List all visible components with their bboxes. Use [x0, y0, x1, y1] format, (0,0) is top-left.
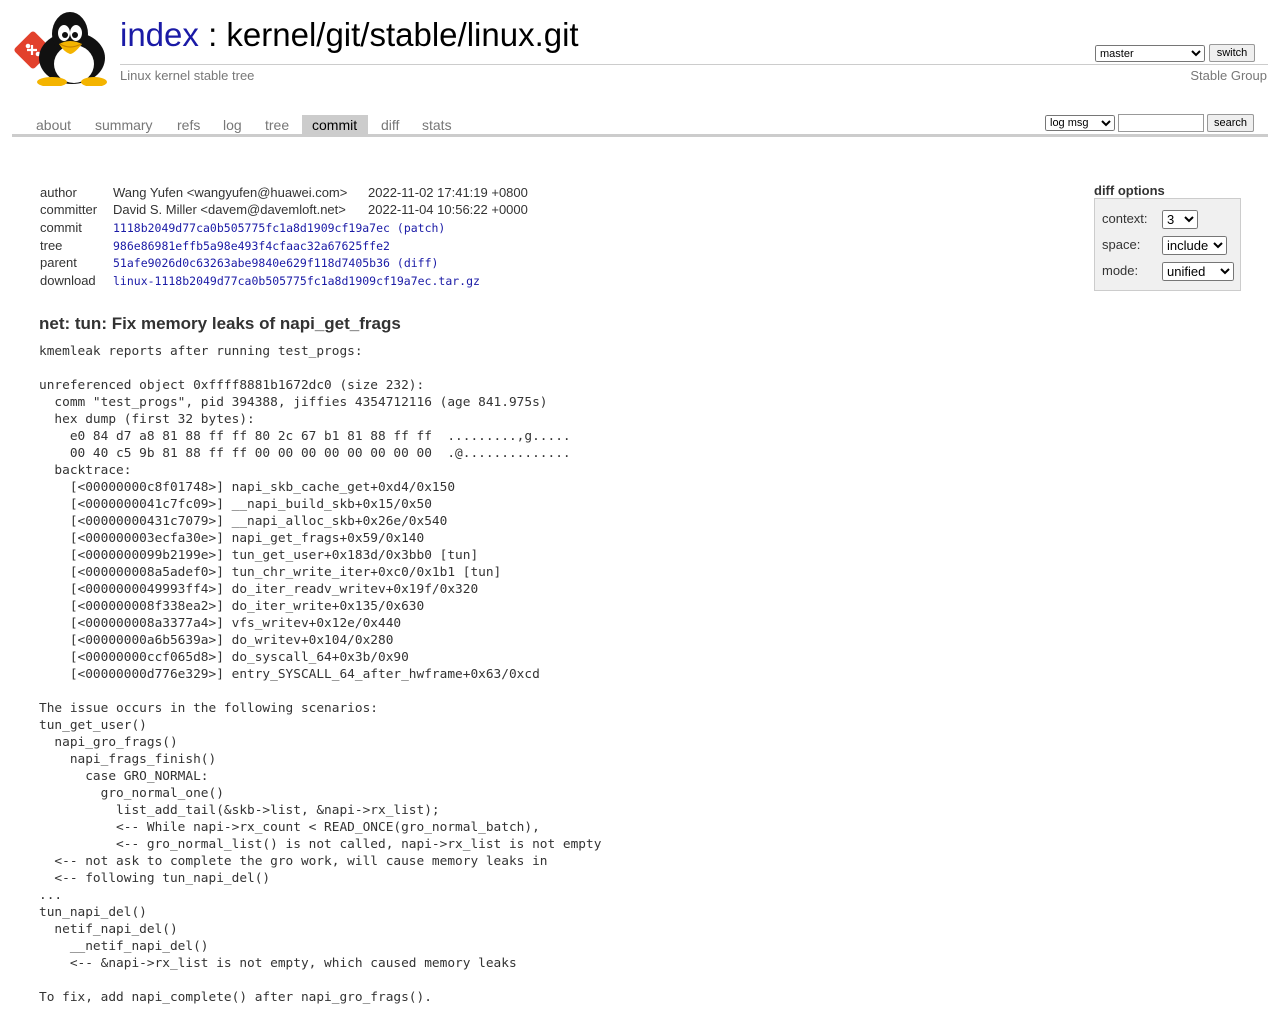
tree-label: tree	[40, 238, 63, 253]
space-select[interactable]: include	[1162, 236, 1227, 255]
context-select[interactable]: 3	[1162, 210, 1198, 229]
mode-select[interactable]: unified	[1162, 262, 1234, 281]
committer-value: David S. Miller <davem@davemloft.net>	[113, 202, 346, 217]
tab-tree[interactable]: tree	[255, 115, 300, 135]
commit-hash-link[interactable]: 1118b2049d77ca0b505775fc1a8d1909cf19a7ec	[113, 221, 390, 235]
index-link[interactable]: index	[120, 16, 199, 53]
tab-stats[interactable]: stats	[412, 115, 463, 135]
author-value: Wang Yufen <wangyufen@huawei.com>	[113, 185, 348, 200]
space-label: space:	[1102, 237, 1141, 252]
tux-git-logo-icon	[14, 12, 107, 87]
page-title: index : kernel/git/stable/linux.git	[120, 16, 579, 54]
committer-label: committer	[40, 202, 98, 217]
repo-link[interactable]: kernel/git/stable/linux.git	[226, 16, 578, 53]
download-row: linux-1118b2049d77ca0b505775fc1a8d1909cf…	[113, 274, 480, 288]
tab-refs[interactable]: refs	[167, 115, 211, 135]
page-header: index : kernel/git/stable/linux.git Linu…	[0, 0, 1280, 100]
search-input[interactable]	[1118, 114, 1204, 132]
branch-select[interactable]: master	[1095, 45, 1205, 62]
parent-label: parent	[40, 255, 77, 270]
repo-owner: Stable Group	[1190, 68, 1267, 83]
header-divider	[120, 64, 1268, 65]
title-separator: :	[208, 16, 218, 53]
author-label: author	[40, 185, 77, 200]
diff-options-panel: context: 3 space: include mode: unified	[1094, 198, 1241, 291]
switch-button[interactable]: switch	[1209, 44, 1255, 62]
author-date: 2022-11-02 17:41:19 +0800	[368, 185, 528, 200]
tab-log[interactable]: log	[213, 115, 253, 135]
parent-hash-row: 51afe9026d0c63263abe9840e629f118d7405b36…	[113, 256, 438, 270]
commit-subject: net: tun: Fix memory leaks of napi_get_f…	[39, 314, 401, 333]
context-label: context:	[1102, 211, 1148, 226]
tab-summary[interactable]: summary	[85, 115, 164, 135]
repo-description: Linux kernel stable tree	[120, 68, 255, 83]
committer-date: 2022-11-04 10:56:22 +0000	[368, 202, 528, 217]
tab-about[interactable]: about	[26, 115, 82, 135]
diff-options-title: diff options	[1094, 183, 1165, 198]
commit-hash-row: 1118b2049d77ca0b505775fc1a8d1909cf19a7ec…	[113, 221, 445, 235]
tab-diff[interactable]: diff	[371, 115, 410, 135]
tab-commit[interactable]: commit	[302, 115, 369, 135]
download-label: download	[40, 273, 96, 288]
download-tarball-link[interactable]: linux-1118b2049d77ca0b505775fc1a8d1909cf…	[113, 274, 480, 288]
parent-hash-link[interactable]: 51afe9026d0c63263abe9840e629f118d7405b36	[113, 256, 390, 270]
mode-label: mode:	[1102, 263, 1139, 278]
diff-link[interactable]: (diff)	[397, 256, 439, 270]
tree-hash-row: 986e86981effb5a98e493f4cfaac32a67625ffe2	[113, 239, 390, 253]
patch-link[interactable]: (patch)	[397, 221, 445, 235]
search-button[interactable]: search	[1207, 114, 1254, 132]
cgit-logo[interactable]	[14, 10, 110, 87]
commit-label: commit	[40, 220, 82, 235]
tree-hash-link[interactable]: 986e86981effb5a98e493f4cfaac32a67625ffe2	[113, 239, 390, 253]
commit-message: kmemleak reports after running test_prog…	[39, 344, 602, 1005]
search-field-select[interactable]: log msg	[1045, 115, 1115, 131]
